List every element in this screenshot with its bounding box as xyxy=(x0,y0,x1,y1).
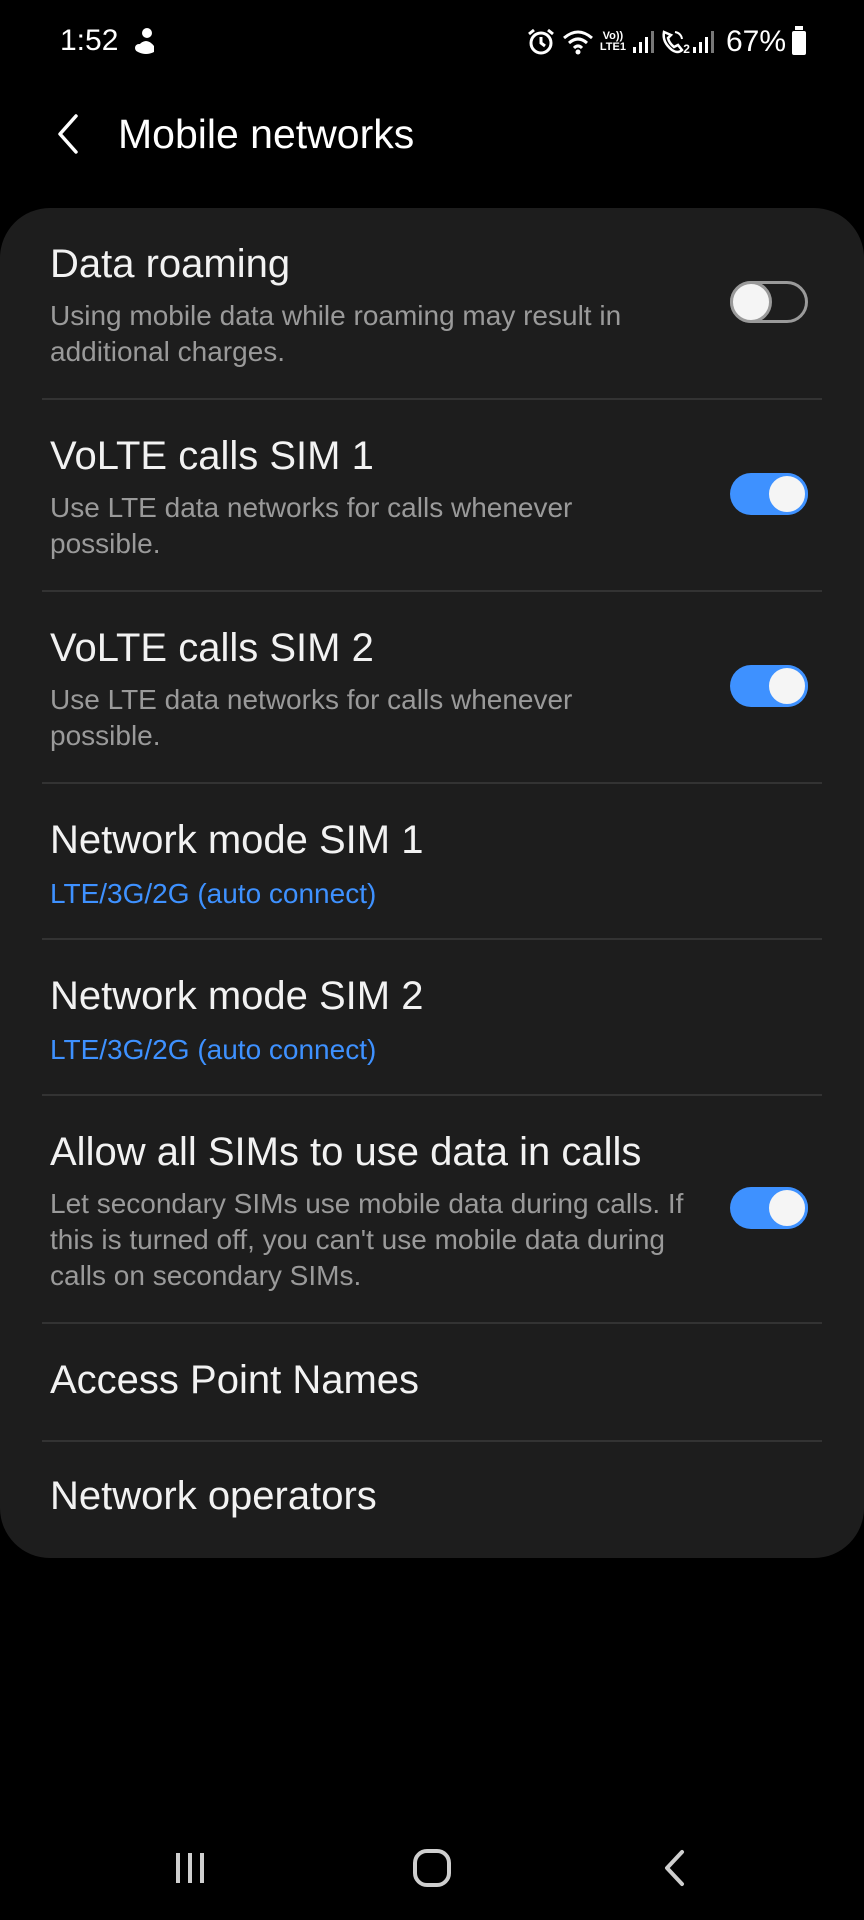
volte-sim1-toggle[interactable] xyxy=(730,473,808,515)
setting-subtitle: Let secondary SIMs use mobile data durin… xyxy=(50,1188,684,1291)
sim-label: LTE1 xyxy=(599,41,626,53)
call-icon: 2 xyxy=(660,28,690,56)
back-icon xyxy=(662,1848,686,1893)
status-icons: Vo)) LTE1 2 67% xyxy=(526,22,806,62)
setting-title: VoLTE calls SIM 1 xyxy=(50,434,374,478)
volte-sim2-toggle[interactable] xyxy=(730,665,808,707)
allow-all-sims-toggle[interactable] xyxy=(730,1187,808,1229)
setting-title: Network mode SIM 2 xyxy=(50,974,424,1018)
app-bar: Mobile networks xyxy=(0,86,864,206)
setting-data-roaming[interactable]: Data roaming Using mobile data while roa… xyxy=(0,208,864,398)
battery-icon xyxy=(792,26,806,55)
volte-lte1-icon: Vo)) LTE1 xyxy=(600,31,626,53)
toggle-knob xyxy=(766,665,808,707)
recent-apps-icon xyxy=(172,1851,208,1890)
signal-icon xyxy=(632,29,654,55)
toggle-knob xyxy=(730,281,772,323)
setting-title: Network operators xyxy=(50,1474,377,1518)
home-button[interactable] xyxy=(392,1840,472,1900)
page-title: Mobile networks xyxy=(118,111,415,157)
setting-title: Network mode SIM 1 xyxy=(50,818,424,862)
setting-value: LTE/3G/2G (auto connect) xyxy=(50,1034,377,1065)
setting-allow-all-sims-data[interactable]: Allow all SIMs to use data in calls Let … xyxy=(0,1096,864,1322)
setting-subtitle: Using mobile data while roaming may resu… xyxy=(50,300,622,367)
setting-title: Allow all SIMs to use data in calls xyxy=(50,1130,642,1174)
sim2-label: 2 xyxy=(683,42,690,56)
setting-volte-sim2[interactable]: VoLTE calls SIM 2 Use LTE data networks … xyxy=(0,592,864,782)
data-roaming-toggle[interactable] xyxy=(730,281,808,323)
setting-title: VoLTE calls SIM 2 xyxy=(50,626,374,670)
setting-network-mode-sim2[interactable]: Network mode SIM 2 LTE/3G/2G (auto conne… xyxy=(0,940,864,1094)
battery-percent: 67% xyxy=(725,25,786,58)
back-button[interactable] xyxy=(44,106,92,166)
back-arrow-icon xyxy=(54,112,82,161)
signal-2-icon xyxy=(692,29,714,55)
setting-volte-sim1[interactable]: VoLTE calls SIM 1 Use LTE data networks … xyxy=(0,400,864,590)
setting-subtitle: Use LTE data networks for calls whenever… xyxy=(50,684,573,751)
toggle-knob xyxy=(766,473,808,515)
home-icon xyxy=(412,1848,452,1893)
setting-title: Data roaming xyxy=(50,242,291,286)
status-bar: 1:52 Vo)) LTE1 2 67% xyxy=(0,0,864,86)
alarm-icon xyxy=(526,27,556,57)
setting-title: Access Point Names xyxy=(50,1358,420,1402)
toggle-knob xyxy=(766,1187,808,1229)
setting-value: LTE/3G/2G (auto connect) xyxy=(50,878,377,909)
setting-access-point-names[interactable]: Access Point Names xyxy=(0,1324,864,1440)
setting-network-mode-sim1[interactable]: Network mode SIM 1 LTE/3G/2G (auto conne… xyxy=(0,784,864,938)
wifi-icon xyxy=(562,28,594,56)
notification-icon xyxy=(132,26,160,58)
settings-card: Data roaming Using mobile data while roa… xyxy=(0,208,864,1558)
nav-back-button[interactable] xyxy=(634,1840,714,1900)
status-time: 1:52 xyxy=(60,24,119,57)
recent-apps-button[interactable] xyxy=(150,1840,230,1900)
setting-subtitle: Use LTE data networks for calls whenever… xyxy=(50,492,573,559)
setting-network-operators[interactable]: Network operators xyxy=(0,1442,864,1558)
navigation-bar xyxy=(0,1820,864,1920)
